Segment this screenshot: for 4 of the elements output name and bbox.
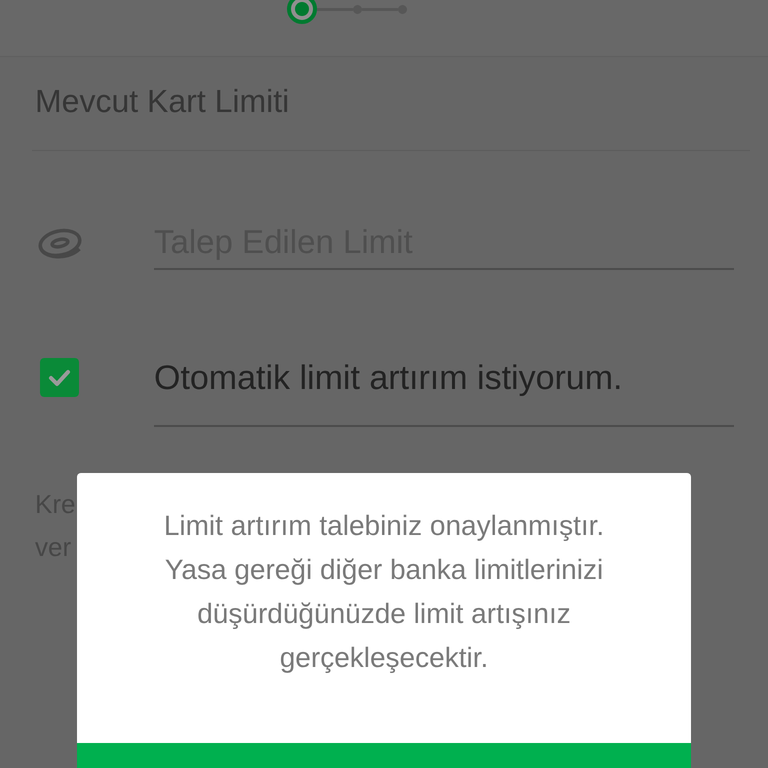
- dialog-message: Limit artırım talebiniz onaylanmıştır. Yasa gereği diğer banka limitlerinizi düşürdüğünüzde limit artışınız gerçekleşecektir.: [162, 509, 606, 675]
- checkbox-label[interactable]: Otomatik limit artırım istiyorum.: [154, 358, 734, 427]
- action-button[interactable]: [77, 743, 691, 768]
- checkbox[interactable]: [40, 358, 79, 397]
